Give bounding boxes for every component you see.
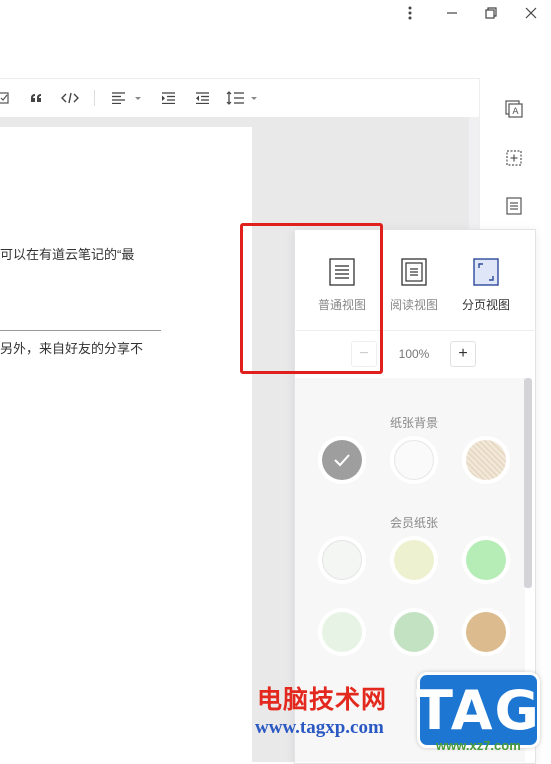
document-page[interactable] (0, 127, 252, 762)
member-swatch-mint[interactable] (322, 612, 362, 652)
restore-icon[interactable] (479, 2, 503, 24)
zoom-level: 100% (398, 347, 430, 361)
line-spacing-icon[interactable] (226, 88, 260, 108)
zoom-in-button[interactable]: + (450, 341, 476, 367)
watermark-sub-url: www.xz7.com (436, 738, 521, 753)
document-text-line: 另外，来自好友的分享不 (0, 341, 144, 356)
watermark-site-name: 电脑技术网 (257, 686, 388, 714)
member-swatch-green[interactable] (466, 540, 506, 580)
document-view-icon[interactable] (503, 195, 525, 217)
align-left-icon[interactable] (110, 88, 142, 108)
quote-icon[interactable] (28, 88, 44, 108)
more-options-icon[interactable] (398, 2, 422, 24)
check-icon (334, 454, 350, 467)
paper-swatch-linen[interactable] (466, 440, 506, 480)
member-paper-title: 会员纸张 (389, 516, 438, 530)
member-swatch-wood[interactable] (466, 612, 506, 652)
document-text-line: 可以在有道云笔记的“最 (0, 247, 135, 262)
page-view-icon (473, 258, 499, 286)
toolbar-divider (94, 90, 95, 106)
panel-scrollbar[interactable] (524, 378, 532, 588)
insert-icon[interactable] (503, 147, 525, 169)
reading-view-label: 阅读视图 (389, 298, 438, 312)
paper-swatch-gray-selected[interactable] (322, 440, 362, 480)
member-swatch-sage[interactable] (394, 612, 434, 652)
minimize-icon[interactable] (440, 2, 464, 24)
page-view-label: 分页视图 (461, 298, 510, 312)
code-icon[interactable] (59, 88, 81, 108)
title-bar (0, 0, 551, 79)
member-swatch-cream[interactable] (394, 540, 434, 580)
highlight-box (240, 223, 383, 374)
paper-swatch-white[interactable] (394, 440, 434, 480)
watermark-site-url: www.tagxp.com (255, 717, 384, 738)
text-format-icon[interactable]: A (503, 98, 525, 120)
indent-decrease-icon[interactable] (194, 88, 210, 108)
horizontal-rule (0, 330, 161, 331)
reading-view-option[interactable]: 阅读视图 (378, 258, 450, 313)
checkbox-icon[interactable] (0, 88, 10, 108)
reading-view-icon (401, 258, 427, 286)
svg-text:A: A (512, 107, 519, 117)
indent-increase-icon[interactable] (160, 88, 176, 108)
tag-logo: TAG (416, 672, 540, 748)
member-swatch-white[interactable] (322, 540, 362, 580)
paper-background-title: 纸张背景 (389, 416, 438, 430)
close-icon[interactable] (519, 2, 543, 24)
page-view-option[interactable]: 分页视图 (450, 258, 522, 313)
